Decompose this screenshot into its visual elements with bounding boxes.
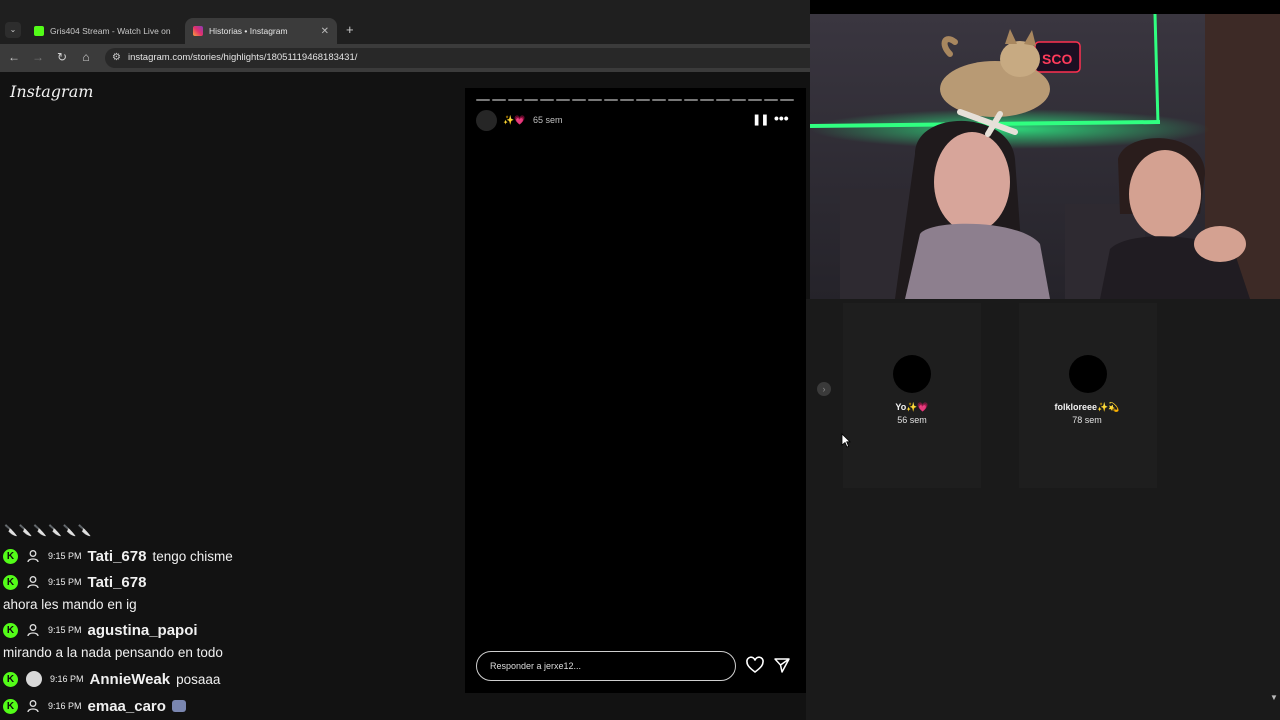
chat-message: K 9:16 PM emaa_caro <box>3 695 186 717</box>
mouse-cursor-icon <box>841 433 851 448</box>
story-progress-segment <box>732 99 746 101</box>
kick-badge-icon: K <box>3 622 18 638</box>
story-progress-segment <box>652 99 666 101</box>
back-button[interactable]: ← <box>6 50 22 64</box>
chat-username[interactable]: emaa_caro <box>88 698 166 715</box>
highlight-avatar[interactable] <box>1069 355 1107 393</box>
tab-instagram-stories[interactable]: Historias • Instagram ✕ <box>185 18 337 44</box>
story-progress-segment <box>556 99 570 101</box>
tab-search-dropdown-icon[interactable]: ⌄ <box>5 22 21 38</box>
tab-title: Gris404 Stream - Watch Live on <box>50 26 171 36</box>
chat-text: tengo chisme <box>152 548 233 564</box>
chat-message: K 9:16 PM AnnieWeak posaaa <box>3 668 220 690</box>
chat-username[interactable]: agustina_papoi <box>88 622 198 639</box>
chat-message: K 9:15 PM agustina_papoi <box>3 619 204 641</box>
chat-text: posaaa <box>176 671 221 687</box>
chat-time: 9:15 PM <box>48 625 82 635</box>
chat-username[interactable]: Tati_678 <box>88 574 147 591</box>
story-progress-segment <box>572 99 586 101</box>
kick-badge-icon: K <box>3 574 18 590</box>
chat-text: mirando a la nada pensando en todo <box>3 645 223 660</box>
user-icon <box>27 700 39 713</box>
pause-icon[interactable]: ❚❚ <box>752 113 769 126</box>
highlight-time: 56 sem <box>897 415 927 425</box>
story-progress-segment <box>700 99 714 101</box>
chat-username[interactable]: Tati_678 <box>88 548 147 565</box>
highlight-name: folkloreee✨💫 <box>1054 402 1120 412</box>
highlight-name: Yo✨💗 <box>895 402 929 412</box>
story-title: ✨💗 <box>503 115 526 125</box>
story-progress-segment <box>668 99 682 101</box>
webcam-scene-image: SCO <box>810 14 1280 299</box>
story-progress-bar <box>476 99 794 101</box>
scroll-down-arrow-icon[interactable]: ▼ <box>1270 693 1278 702</box>
heart-icon[interactable] <box>745 655 765 675</box>
highlight-time: 78 sem <box>1072 415 1102 425</box>
url-text[interactable]: instagram.com/stories/highlights/1805111… <box>128 52 357 63</box>
user-icon <box>27 624 39 637</box>
story-progress-segment <box>524 99 538 101</box>
chat-emote-icon <box>171 700 186 712</box>
webcam-feed: SCO <box>810 14 1280 299</box>
story-progress-segment <box>716 99 730 101</box>
chat-text: ahora les mando en ig <box>3 597 137 612</box>
story-progress-segment <box>588 99 602 101</box>
story-progress-segment <box>540 99 554 101</box>
story-progress-segment <box>764 99 778 101</box>
story-avatar[interactable] <box>476 110 497 131</box>
svg-text:SCO: SCO <box>1042 51 1072 67</box>
instagram-favicon-icon <box>193 26 203 36</box>
chat-message: K 9:15 PM Tati_678 <box>3 571 152 593</box>
chevron-left-icon[interactable]: › <box>817 382 831 396</box>
story-progress-segment <box>780 99 794 101</box>
tab-title: Historias • Instagram <box>209 26 288 36</box>
site-info-icon[interactable]: ⚙ <box>112 52 121 63</box>
chat-time: 9:16 PM <box>48 701 82 711</box>
reload-button[interactable]: ↻ <box>54 50 70 64</box>
home-button[interactable]: ⌂ <box>78 50 94 64</box>
story-progress-segment <box>604 99 618 101</box>
story-progress-segment <box>748 99 762 101</box>
user-icon <box>27 550 39 563</box>
tab-close-icon[interactable]: ✕ <box>315 26 329 37</box>
reply-placeholder: Responder a jerxe12... <box>490 661 582 671</box>
kick-badge-icon: K <box>3 671 18 687</box>
tab-close-icon[interactable]: ✕ <box>171 26 178 37</box>
instagram-logo[interactable]: Instagram <box>10 82 93 101</box>
story-progress-segment <box>684 99 698 101</box>
tab-gris404-stream[interactable]: Gris404 Stream - Watch Live on ✕ <box>26 18 178 44</box>
story-progress-segment <box>620 99 634 101</box>
kick-favicon-icon <box>34 26 44 36</box>
chat-username[interactable]: AnnieWeak <box>90 671 171 688</box>
chat-message: K 9:15 PM Tati_678 tengo chisme <box>3 545 233 567</box>
highlight-card[interactable] <box>843 303 981 488</box>
more-options-icon[interactable]: ••• <box>774 110 789 126</box>
new-tab-button[interactable]: + <box>346 22 354 37</box>
forward-button[interactable]: → <box>30 50 46 64</box>
chat-time: 9:15 PM <box>48 551 82 561</box>
highlight-avatar[interactable] <box>893 355 931 393</box>
story-progress-segment <box>476 99 490 101</box>
chat-time: 9:16 PM <box>50 674 84 684</box>
chat-emoji-row: 🔪🔪🔪🔪🔪🔪 <box>4 525 93 537</box>
highlight-card[interactable] <box>1019 303 1157 488</box>
user-avatar <box>26 671 42 687</box>
send-icon[interactable] <box>772 655 792 675</box>
kick-badge-icon: K <box>3 548 18 564</box>
user-icon <box>27 576 39 589</box>
story-time: 65 sem <box>533 115 563 125</box>
story-progress-segment <box>492 99 506 101</box>
story-progress-segment <box>636 99 650 101</box>
kick-badge-icon: K <box>3 698 18 714</box>
story-viewer[interactable] <box>465 88 806 693</box>
chat-time: 9:15 PM <box>48 577 82 587</box>
story-progress-segment <box>508 99 522 101</box>
